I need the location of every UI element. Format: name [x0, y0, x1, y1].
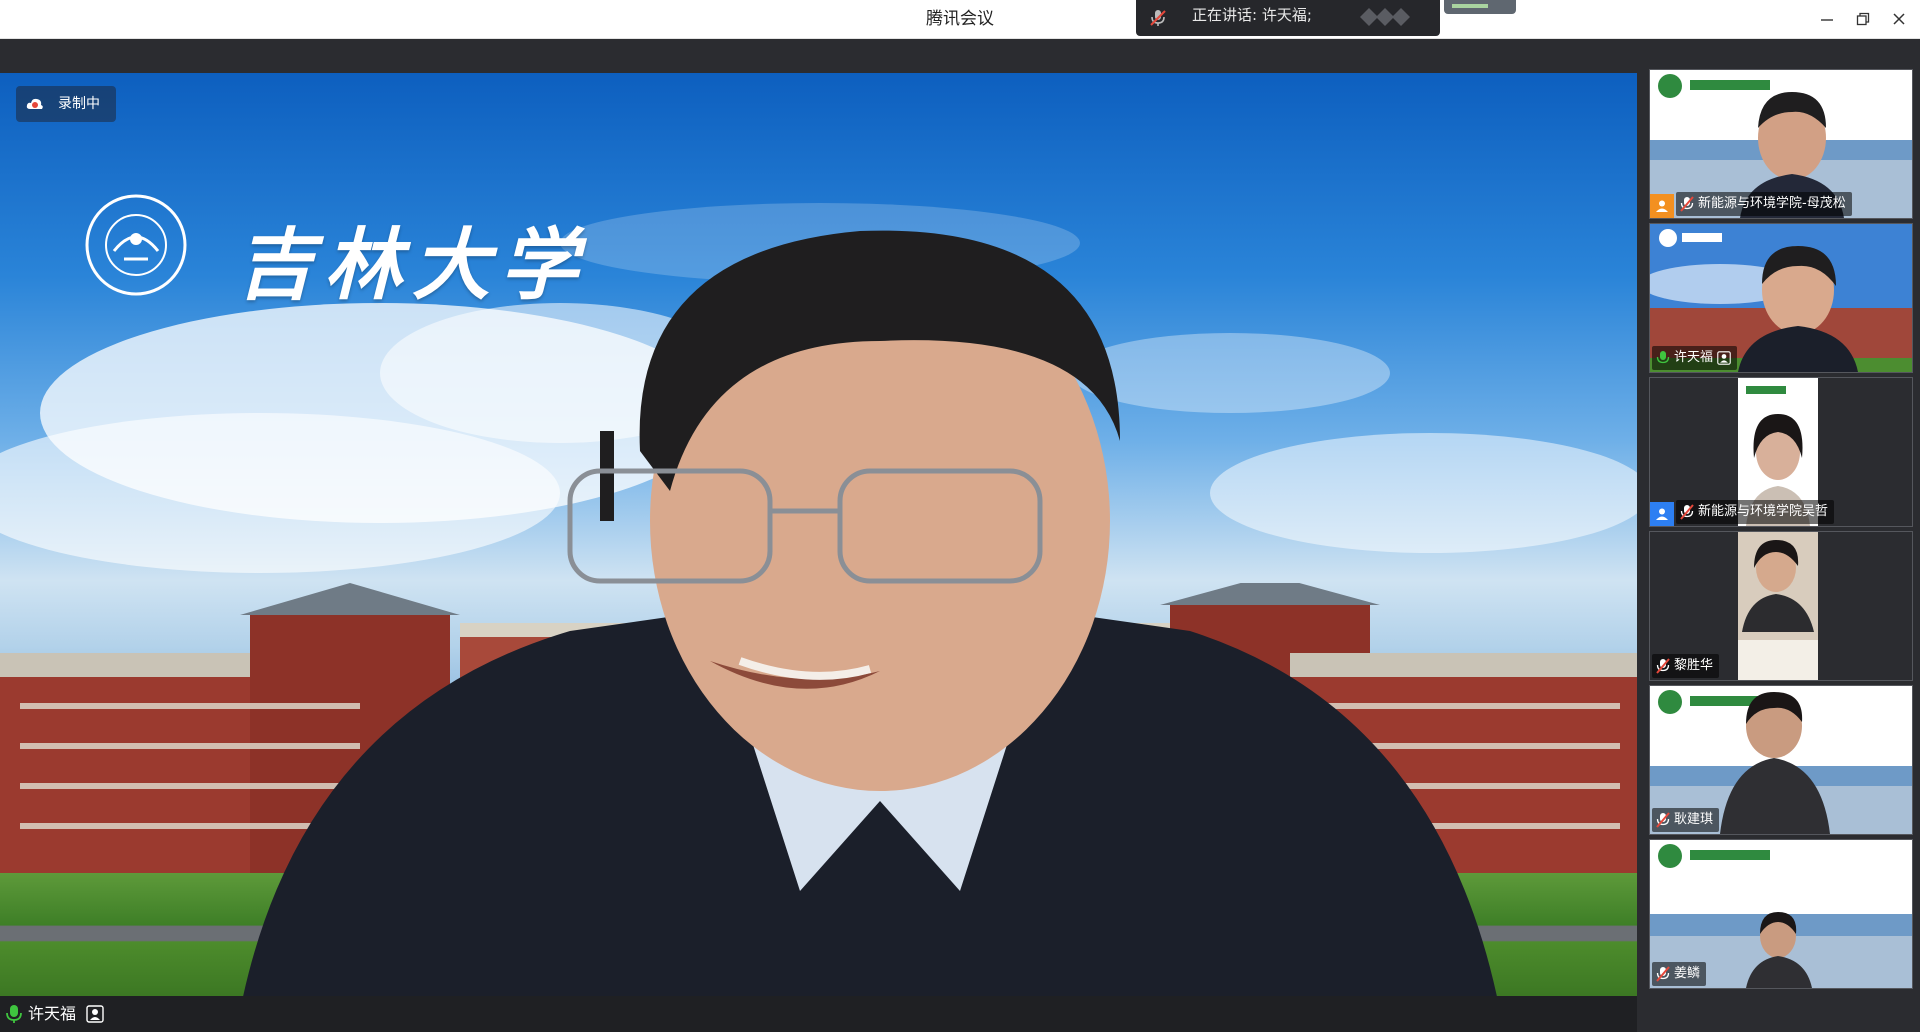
participant-name: 耿建琪 [1674, 812, 1714, 827]
participant-caption: 新能源与环境学院-母茂松 [1676, 192, 1852, 216]
window-title: 腾讯会议 [926, 9, 994, 29]
participant-name: 许天福 [1674, 350, 1714, 365]
mic-muted-icon [1680, 196, 1694, 212]
recording-label: 录制中 [58, 96, 100, 112]
speaker-name: 许天福 [28, 1004, 77, 1023]
host-badge [1650, 194, 1674, 218]
mic-muted-icon [1680, 504, 1694, 520]
title-bar: 腾讯会议 正在讲话: 许天福; [0, 0, 1920, 39]
main-speaker-video[interactable]: 吉林大学 [0, 73, 1637, 996]
restore-button[interactable] [1850, 6, 1876, 32]
participant-caption: 姜鳞 [1652, 962, 1707, 986]
participant-caption: 黎胜华 [1652, 654, 1720, 678]
participant-gallery: 新能源与环境学院-母茂松 许天福 新能源与环境学院吴哲 黎胜华 耿建琪 姜鳞 [1637, 39, 1920, 1032]
pinned-video-icon [1717, 351, 1731, 365]
mic-muted-icon [1656, 966, 1670, 982]
pinned-video-icon [86, 1005, 104, 1023]
mic-muted-icon [1150, 10, 1166, 26]
participant-tile[interactable]: 耿建琪 [1649, 685, 1913, 835]
speaker-person [243, 230, 1497, 996]
participant-name: 新能源与环境学院-母茂松 [1698, 196, 1846, 211]
participant-caption: 新能源与环境学院吴哲 [1676, 500, 1835, 524]
mic-muted-icon [1656, 658, 1670, 674]
university-seal-logo [85, 194, 187, 296]
speaking-indicator: 正在讲话: 许天福; [1136, 0, 1440, 36]
mic-active-icon [6, 1005, 22, 1023]
participant-caption: 许天福 [1652, 346, 1738, 370]
cohost-icon [1656, 508, 1668, 520]
host-icon [1656, 200, 1668, 212]
network-quality-indicator[interactable] [1444, 0, 1516, 14]
university-name-logo: 吉林大学 [236, 220, 589, 311]
participant-name: 姜鳞 [1674, 966, 1701, 981]
mic-muted-icon [1656, 812, 1670, 828]
speaker-name-bar: 许天福 [0, 996, 1637, 1032]
video-top-strip [0, 39, 1637, 73]
recording-badge[interactable]: 录制中 [16, 86, 116, 122]
speaking-label: 正在讲话: 许天福; [1192, 6, 1312, 24]
participant-caption: 耿建琪 [1652, 808, 1720, 832]
close-button[interactable] [1886, 6, 1912, 32]
cohost-badge [1650, 502, 1674, 526]
speaking-avatars-icon [1360, 8, 1410, 26]
participant-tile[interactable]: 新能源与环境学院吴哲 [1649, 377, 1913, 527]
participant-name: 黎胜华 [1674, 658, 1714, 673]
participant-name: 新能源与环境学院吴哲 [1698, 504, 1829, 519]
minimize-icon [1821, 19, 1833, 21]
restore-icon [1856, 12, 1870, 26]
participant-tile[interactable]: 新能源与环境学院-母茂松 [1649, 69, 1913, 219]
cloud-recording-icon [26, 98, 43, 109]
close-icon [1893, 13, 1905, 25]
participant-tile[interactable]: 许天福 [1649, 223, 1913, 373]
participant-tile[interactable]: 姜鳞 [1649, 839, 1913, 989]
mic-active-icon [1656, 351, 1670, 364]
minimize-button[interactable] [1814, 6, 1840, 32]
participant-tile[interactable]: 黎胜华 [1649, 531, 1913, 681]
